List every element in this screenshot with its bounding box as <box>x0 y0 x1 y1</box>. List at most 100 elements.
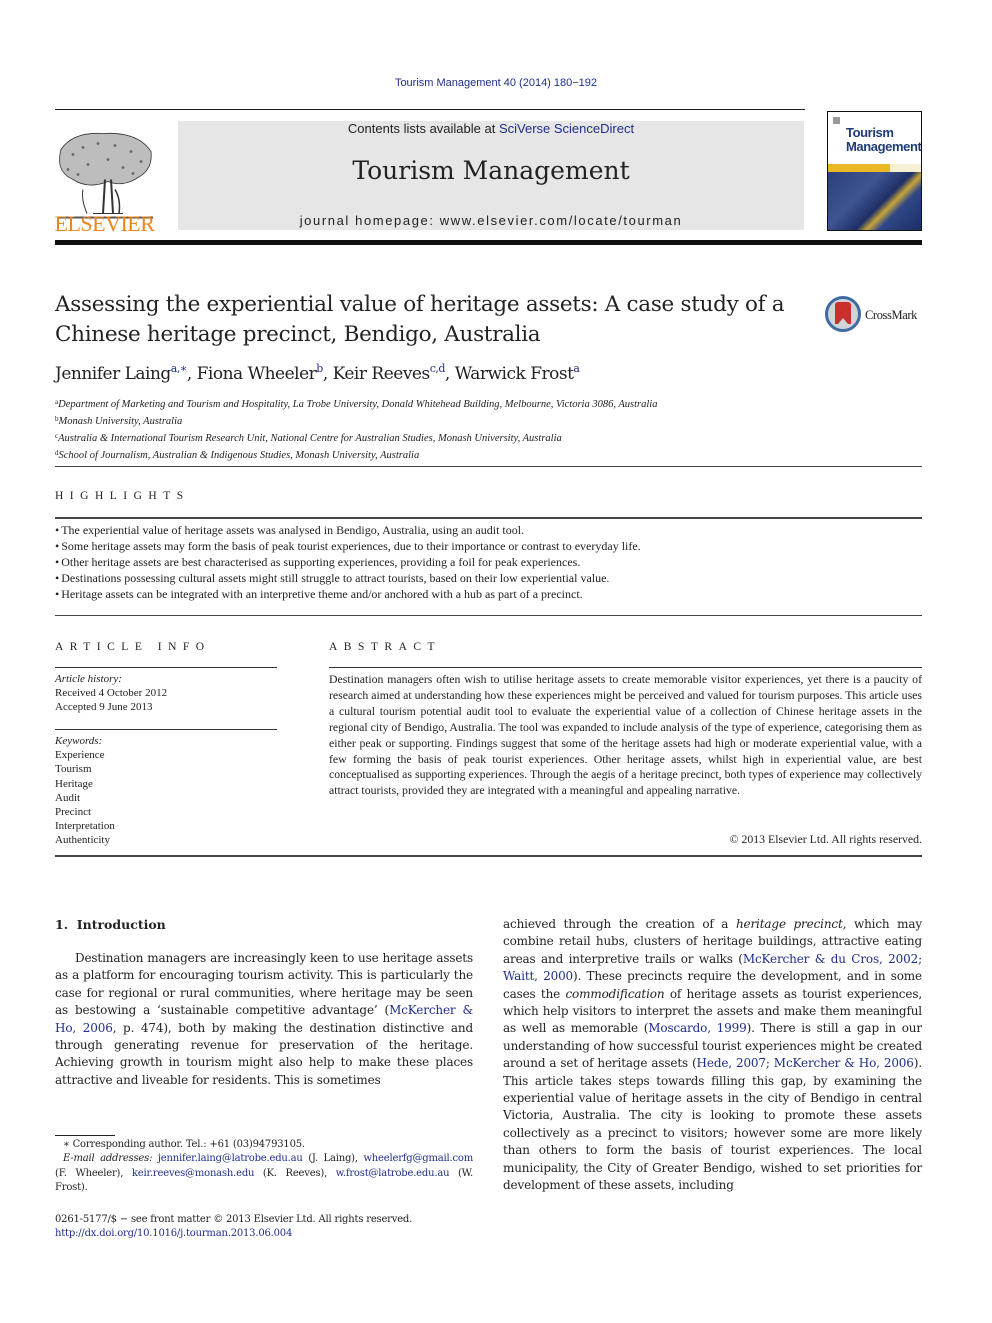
article-history-label: Article history: <box>55 673 122 685</box>
section-divider <box>55 729 277 730</box>
article-title: Assessing the experiential value of heri… <box>55 292 785 347</box>
author[interactable]: Fiona Wheelerb <box>196 362 324 384</box>
affiliation-item: aDepartment of Marketing and Tourism and… <box>55 395 657 412</box>
keyword-item: Interpretation <box>55 820 115 833</box>
cover-band-light <box>890 164 921 172</box>
email-link[interactable]: jennifer.laing@latrobe.edu.au <box>158 1153 303 1164</box>
keyword-item: Precinct <box>55 806 92 819</box>
emphasis-text: commodification <box>565 986 665 1001</box>
keyword-item: Audit <box>55 791 81 804</box>
author-affiliation-ref[interactable]: c,d <box>430 362 446 375</box>
body-column-right: achieved through the creation of a herit… <box>503 916 922 1195</box>
author-list: Jennifer Lainga,∗, Fiona Wheelerb, Keir … <box>55 362 580 384</box>
section-divider <box>329 667 922 668</box>
front-matter: 0261-5177/$ − see front matter © 2013 El… <box>55 1213 412 1242</box>
journal-cover-thumbnail[interactable]: Tourism Management <box>827 111 922 231</box>
header-rule <box>55 109 805 110</box>
email-owner: (J. Laing), <box>302 1153 364 1165</box>
email-link[interactable]: keir.reeves@monash.edu <box>132 1168 255 1179</box>
citation-link[interactable]: Hede, 2007; McKercher & Ho, 2006 <box>697 1056 914 1070</box>
affiliation-text: Australia & International Tourism Resear… <box>58 433 562 444</box>
affiliation-item: cAustralia & International Tourism Resea… <box>55 429 657 446</box>
author[interactable]: Jennifer Lainga,∗ <box>55 362 188 384</box>
cover-title-line1: Tourism <box>846 125 894 140</box>
section-divider <box>55 615 922 616</box>
keyword-item: Experience <box>55 749 105 762</box>
crossmark-label: CrossMark <box>865 308 917 322</box>
article-info-heading: ARTICLE INFO <box>55 641 211 653</box>
section-divider <box>55 667 277 668</box>
corresponding-author-note: ∗ Corresponding author. Tel.: +61 (03)94… <box>63 1139 305 1150</box>
affiliation-text: Department of Marketing and Tourism and … <box>58 399 658 410</box>
author-separator: , <box>322 364 333 384</box>
contents-prefix: Contents lists available at <box>347 121 499 136</box>
author-name: Keir Reeves <box>332 364 431 384</box>
abstract-text: Destination managers often wish to utili… <box>329 672 922 798</box>
section-divider <box>55 517 922 519</box>
keywords-label: Keywords: <box>55 735 103 747</box>
author[interactable]: Keir Reevesc,d <box>332 362 446 384</box>
abstract-copyright: © 2013 Elsevier Ltd. All rights reserved… <box>729 832 922 846</box>
crossmark-ribbon-notch <box>838 318 848 324</box>
doi-link[interactable]: http://dx.doi.org/10.1016/j.tourman.2013… <box>55 1228 292 1239</box>
body-column-left: Destination managers are increasingly ke… <box>55 950 473 1089</box>
keyword-item: Heritage <box>55 777 93 790</box>
cover-publisher-icon <box>833 117 840 124</box>
highlight-item: Other heritage assets are best character… <box>55 554 922 570</box>
affiliation-item: dSchool of Journalism, Australian & Indi… <box>55 446 657 463</box>
issn-copyright: 0261-5177/$ − see front matter © 2013 El… <box>55 1214 413 1225</box>
author-separator: , <box>444 364 455 384</box>
journal-homepage[interactable]: journal homepage: www.elsevier.com/locat… <box>178 213 804 228</box>
affiliation-item: bMonash University, Australia <box>55 412 657 429</box>
highlights-list: The experiential value of heritage asset… <box>55 522 922 602</box>
author[interactable]: Warwick Frosta <box>454 362 580 384</box>
header-thick-rule <box>55 240 922 245</box>
footnotes: ∗ Corresponding author. Tel.: +61 (03)94… <box>55 1138 473 1195</box>
author-name: Jennifer Laing <box>55 364 171 384</box>
sciencedirect-link[interactable]: SciVerse ScienceDirect <box>499 121 634 136</box>
cover-title-line2: Management <box>846 139 922 154</box>
body-paragraph: achieved through the creation of a herit… <box>503 916 922 1195</box>
author-name: Fiona Wheeler <box>196 364 317 384</box>
keywords: Keywords: Experience Tourism Heritage Au… <box>55 734 115 848</box>
keyword-item: Authenticity <box>55 834 110 847</box>
highlight-item: Some heritage assets may form the basis … <box>55 538 922 554</box>
section-heading-introduction: 1. Introduction <box>55 917 166 932</box>
emphasis-text: heritage precinct <box>735 917 843 931</box>
article-history: Article history: Received 4 October 2012… <box>55 672 167 715</box>
affiliation-text: School of Journalism, Australian & Indig… <box>58 450 420 461</box>
highlight-item: Heritage assets can be integrated with a… <box>55 586 922 602</box>
emails-label: E-mail addresses: <box>63 1153 153 1165</box>
journal-title: Tourism Management <box>352 156 630 185</box>
cover-photo <box>828 172 921 230</box>
journal-citation[interactable]: Tourism Management 40 (2014) 180−192 <box>0 77 992 89</box>
crossmark-button[interactable]: CrossMark <box>825 296 925 336</box>
email-owner: (F. Wheeler), <box>55 1167 132 1179</box>
keyword-item: Tourism <box>55 763 92 776</box>
accepted-date: Accepted 9 June 2013 <box>55 701 153 714</box>
email-owner: (K. Reeves), <box>254 1167 336 1179</box>
body-text: ). This article takes steps towards fill… <box>503 1056 922 1193</box>
body-text: , p. 474), both by making the destinatio… <box>55 1020 473 1087</box>
author-affiliation-ref[interactable]: a <box>573 362 580 375</box>
author-separator: , <box>186 364 197 384</box>
body-text: achieved through the creation of a <box>503 917 736 931</box>
author-affiliation-ref[interactable]: a,∗ <box>171 362 188 375</box>
elsevier-wordmark: ELSEVIER <box>54 211 155 236</box>
author-name: Warwick Frost <box>454 364 574 384</box>
section-divider <box>55 466 922 467</box>
email-addresses: E-mail addresses: jennifer.laing@latrobe… <box>55 1152 473 1195</box>
email-link[interactable]: wheelerfg@gmail.com <box>363 1153 473 1164</box>
email-link[interactable]: w.frost@latrobe.edu.au <box>336 1168 450 1179</box>
cover-title: Tourism Management <box>846 126 921 154</box>
cover-band <box>828 164 890 172</box>
highlight-item: The experiential value of heritage asset… <box>55 522 922 538</box>
highlight-item: Destinations possessing cultural assets … <box>55 570 922 586</box>
body-paragraph: Destination managers are increasingly ke… <box>55 950 473 1089</box>
affiliations: aDepartment of Marketing and Tourism and… <box>55 395 657 463</box>
highlights-heading: HIGHLIGHTS <box>55 490 190 502</box>
abstract-heading: ABSTRACT <box>329 641 442 653</box>
contents-availability: Contents lists available at SciVerse Sci… <box>178 121 804 136</box>
section-divider <box>55 855 922 857</box>
citation-link[interactable]: Moscardo, 1999 <box>648 1021 746 1035</box>
